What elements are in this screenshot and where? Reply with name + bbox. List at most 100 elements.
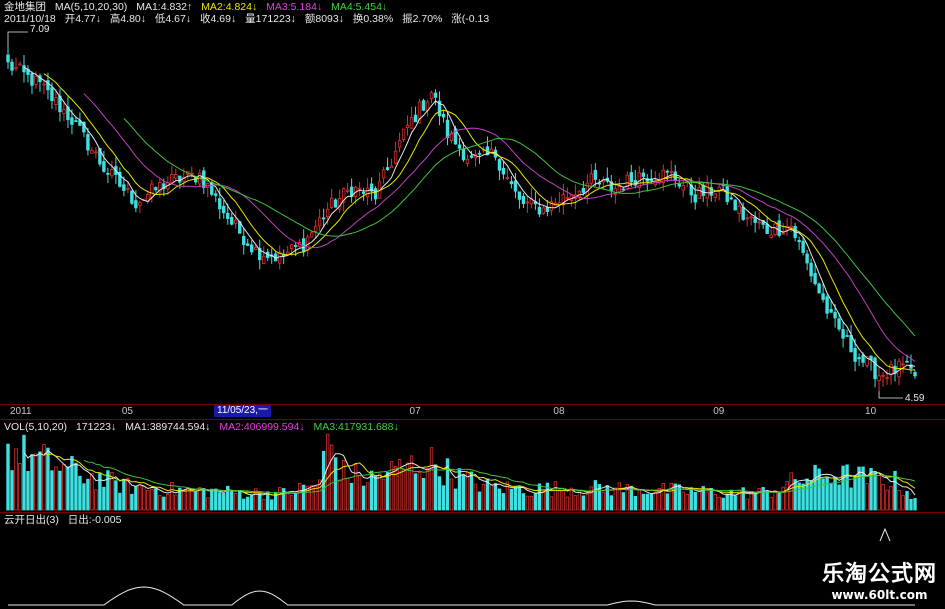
candle-body bbox=[222, 205, 226, 214]
candle-body bbox=[329, 197, 334, 208]
candle-body bbox=[505, 177, 510, 180]
date-tick: 09 bbox=[713, 406, 725, 417]
volume-bar bbox=[206, 497, 210, 511]
candle-body bbox=[821, 293, 825, 300]
candle-body bbox=[593, 169, 598, 180]
candle-body bbox=[885, 377, 889, 379]
volume-bar bbox=[473, 483, 478, 511]
volume-bar bbox=[18, 463, 22, 511]
candle-body bbox=[281, 254, 286, 257]
candle-body bbox=[617, 186, 622, 193]
volume-bar bbox=[845, 464, 849, 511]
candle-body bbox=[170, 174, 174, 184]
volume-panel[interactable]: VOL(5,10,20) 171223↓ MA1:389744.594↓ MA2… bbox=[0, 419, 945, 513]
volume-bar bbox=[733, 495, 737, 511]
indicator-panel[interactable]: 云开日出(3) 日出:-0.005 乐淘公式网 www.60lt.com bbox=[0, 512, 945, 609]
volume-bar bbox=[877, 475, 881, 511]
bar-change: 涨(-0.13 bbox=[451, 13, 490, 25]
volume-bar bbox=[333, 457, 338, 511]
volume-header: VOL(5,10,20) 171223↓ MA1:389744.594↓ MA2… bbox=[4, 421, 405, 433]
volume-bar bbox=[62, 463, 66, 511]
volume-bar bbox=[557, 489, 562, 511]
volume-bar bbox=[401, 469, 406, 511]
candle-body bbox=[733, 199, 737, 211]
bar-volume: 量171223↓ bbox=[245, 13, 296, 25]
candle-body bbox=[246, 243, 250, 246]
candle-body bbox=[285, 251, 290, 255]
candle-body bbox=[833, 311, 837, 319]
candle-body bbox=[641, 172, 645, 177]
volume-bar bbox=[497, 488, 502, 511]
security-name: 金地集团 bbox=[4, 1, 46, 13]
volume-bar bbox=[293, 493, 298, 511]
candle-body bbox=[333, 199, 338, 208]
volume-bar bbox=[46, 447, 50, 511]
ma4-value: MA4:5.454↓ bbox=[331, 1, 388, 13]
candle-body bbox=[445, 119, 450, 139]
candle-body bbox=[62, 109, 66, 114]
indicator-label: 云开日出(3) bbox=[4, 514, 59, 526]
volume-bar bbox=[98, 472, 102, 511]
volume-bar bbox=[769, 496, 773, 511]
volume-bar bbox=[154, 488, 158, 511]
volume-bar bbox=[721, 497, 725, 511]
volume-bar bbox=[381, 478, 386, 511]
volume-bar bbox=[573, 495, 578, 511]
candle-body bbox=[421, 100, 426, 111]
candle-body bbox=[309, 232, 314, 238]
volume-bar bbox=[222, 492, 226, 511]
volume-bar bbox=[581, 495, 586, 511]
cursor-date-label: 11/05/23,一 bbox=[214, 405, 271, 417]
candle-body bbox=[321, 217, 326, 220]
candle-body bbox=[513, 180, 518, 192]
candle-body bbox=[769, 234, 773, 238]
candle-body bbox=[581, 187, 586, 193]
volume-bar bbox=[541, 490, 546, 511]
volume-bar bbox=[649, 493, 653, 511]
volume-bar bbox=[345, 478, 350, 511]
price-panel[interactable]: 金地集团 MA(5,10,20,30) MA1:4.832↑ MA2:4.824… bbox=[0, 0, 945, 405]
indicator-chart[interactable] bbox=[0, 513, 945, 609]
volume-bar bbox=[122, 478, 126, 511]
bar-amplitude: 振2.70% bbox=[402, 13, 443, 25]
indicator-line bbox=[8, 586, 915, 606]
candle-body bbox=[853, 347, 857, 362]
volume-bar bbox=[78, 475, 82, 511]
watermark-url: www.60lt.com bbox=[831, 588, 928, 602]
volume-bar bbox=[617, 482, 622, 511]
candle-body bbox=[357, 187, 362, 190]
volume-chart[interactable] bbox=[0, 420, 945, 513]
volume-bar bbox=[146, 489, 150, 511]
volume-bar bbox=[321, 450, 326, 511]
candle-body bbox=[405, 124, 410, 129]
volume-bar bbox=[190, 488, 194, 511]
price-chart[interactable] bbox=[0, 0, 945, 405]
ma2-value: MA2:4.824↓ bbox=[201, 1, 258, 13]
volume-bar bbox=[509, 488, 514, 511]
volume-bar bbox=[437, 476, 442, 511]
candle-body bbox=[829, 309, 833, 313]
candle-body bbox=[681, 185, 685, 191]
candle-body bbox=[317, 217, 322, 227]
volume-bar bbox=[349, 482, 354, 511]
volume-bar bbox=[717, 496, 721, 511]
ma1-value: MA1:4.832↑ bbox=[136, 1, 193, 13]
candle-body bbox=[214, 193, 218, 196]
volume-bar bbox=[289, 495, 294, 511]
candle-body bbox=[841, 329, 845, 339]
volume-bar bbox=[829, 483, 833, 511]
candle-body bbox=[773, 223, 777, 235]
candle-body bbox=[577, 190, 582, 198]
volume-bar bbox=[457, 468, 462, 511]
candle-body bbox=[665, 170, 669, 173]
candle-body bbox=[242, 235, 246, 245]
candle-body bbox=[589, 173, 594, 184]
candle-body bbox=[22, 65, 26, 73]
candle-body bbox=[725, 186, 729, 203]
candle-body bbox=[401, 128, 406, 140]
volume-bar bbox=[661, 483, 665, 511]
candle-body bbox=[174, 174, 178, 179]
candle-body bbox=[789, 225, 793, 228]
date-tick: 2011 bbox=[10, 406, 32, 417]
volume-bar bbox=[174, 494, 178, 511]
